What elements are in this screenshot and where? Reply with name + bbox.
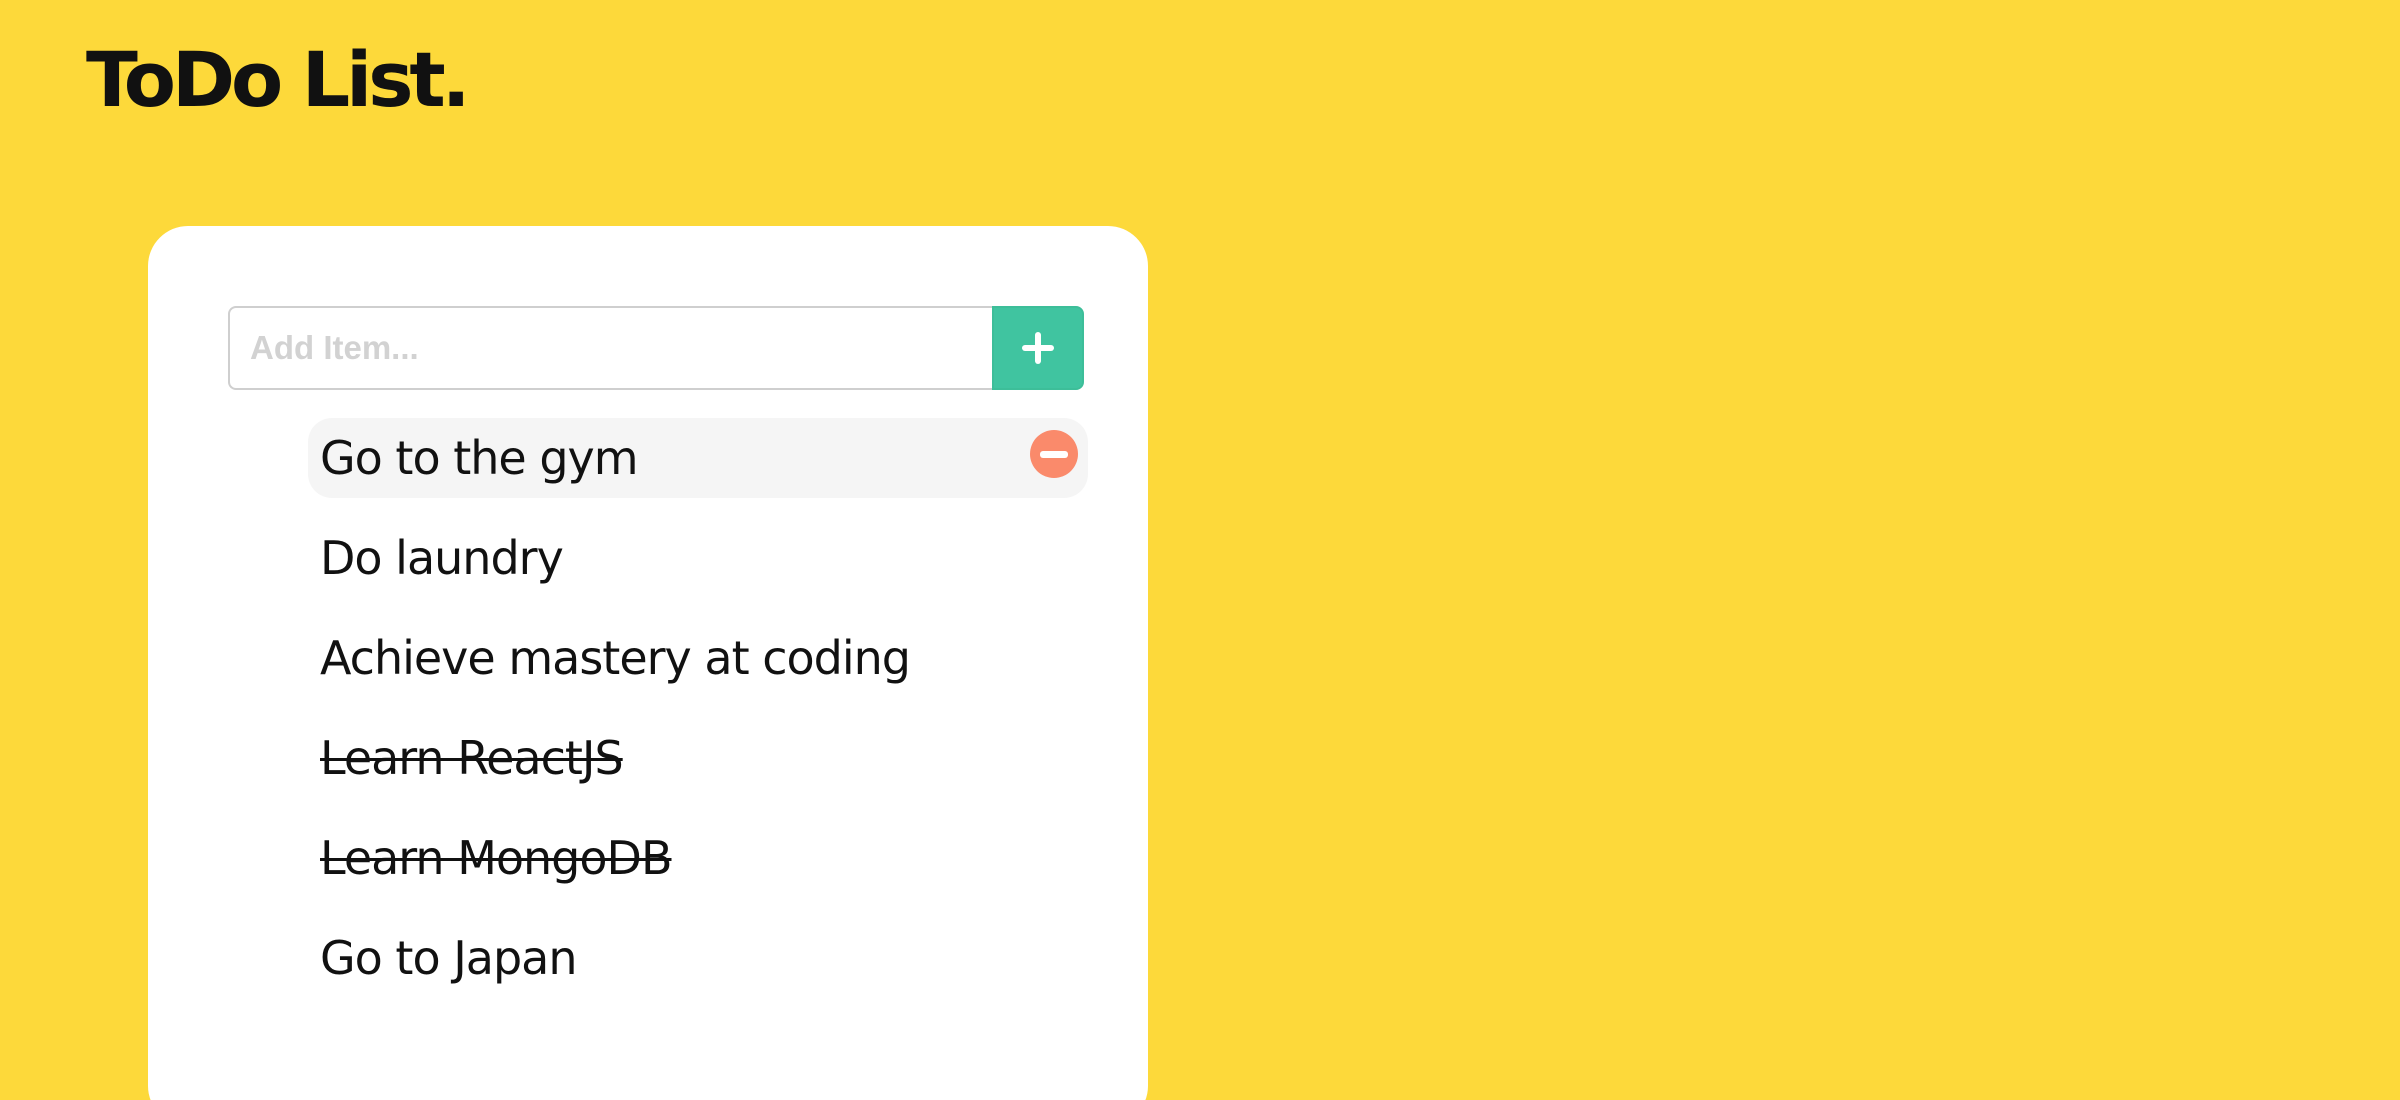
- todo-item-completed[interactable]: Learn MongoDB: [308, 818, 1088, 898]
- delete-item-button[interactable]: [1030, 430, 1078, 478]
- minus-circle-icon: [1040, 450, 1068, 458]
- todo-item[interactable]: Achieve mastery at coding: [308, 618, 1088, 698]
- add-item-button[interactable]: [992, 306, 1084, 390]
- todo-item-text: Go to Japan: [320, 931, 578, 985]
- todo-item[interactable]: Go to Japan: [308, 918, 1088, 998]
- page-title: ToDo List.: [86, 35, 471, 124]
- plus-icon: [1022, 332, 1054, 364]
- todo-item-text: Learn MongoDB: [320, 831, 672, 885]
- todo-list: Go to the gym Do laundry Achieve mastery…: [308, 418, 1088, 1018]
- add-item-form: [228, 306, 1084, 390]
- todo-item[interactable]: Go to the gym: [308, 418, 1088, 498]
- todo-item-completed[interactable]: Learn ReactJS: [308, 718, 1088, 798]
- todo-item[interactable]: Do laundry: [308, 518, 1088, 598]
- add-item-input[interactable]: [228, 306, 992, 390]
- todo-item-text: Go to the gym: [320, 431, 639, 485]
- todo-item-text: Achieve mastery at coding: [320, 631, 911, 685]
- todo-item-text: Do laundry: [320, 531, 564, 585]
- todo-item-text: Learn ReactJS: [320, 731, 624, 785]
- todo-card: Go to the gym Do laundry Achieve mastery…: [148, 226, 1148, 1100]
